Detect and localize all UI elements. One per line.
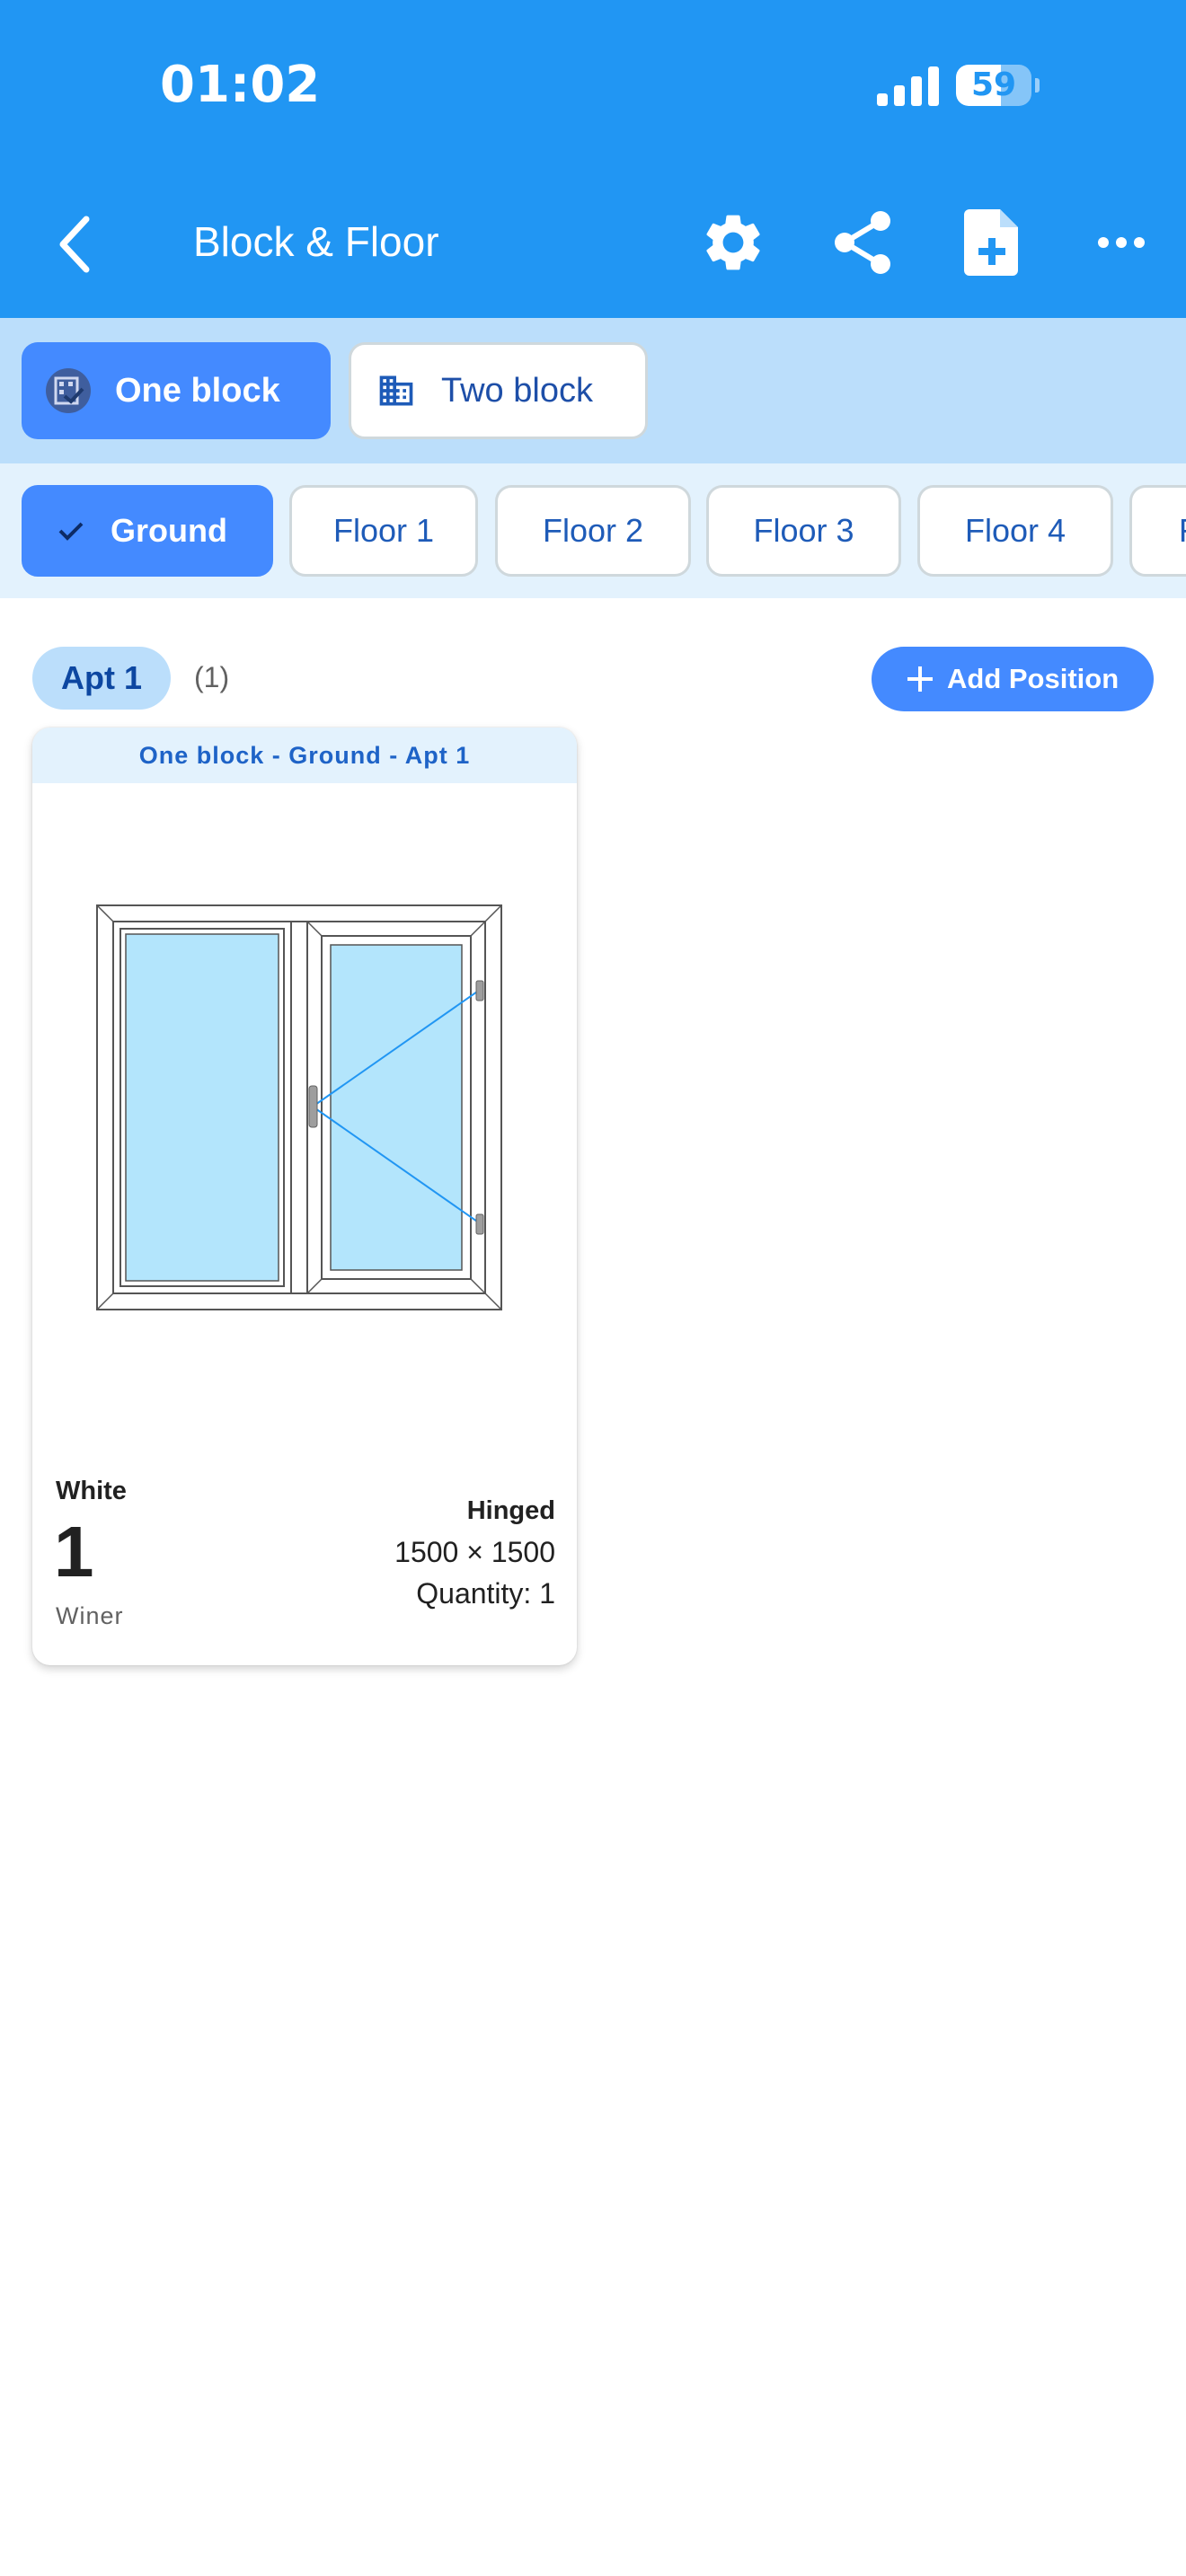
building-icon — [379, 375, 413, 406]
settings-button[interactable] — [695, 205, 771, 280]
position-color: White — [56, 1477, 127, 1505]
apartment-count: (1) — [194, 661, 230, 693]
position-type: Hinged — [466, 1496, 555, 1525]
floor-chip-label: Ground — [111, 512, 227, 549]
floor-chip-floor-3[interactable]: Floor 3 — [706, 485, 901, 577]
back-arrow-icon — [59, 216, 90, 273]
gear-icon — [706, 215, 760, 270]
app-bar: Block & Floor — [0, 180, 1186, 318]
add-position-button[interactable]: Add Position — [872, 647, 1154, 711]
status-time: 01:02 — [160, 56, 321, 114]
apartment-badge[interactable]: Apt 1 — [32, 647, 171, 710]
new-document-button[interactable] — [954, 205, 1030, 280]
more-button[interactable] — [1084, 205, 1159, 280]
position-number: 1 — [54, 1512, 94, 1592]
window-drawing-icon — [96, 904, 502, 1310]
floor-chip-ground[interactable]: Ground — [22, 485, 273, 577]
block-chip-one-block[interactable]: One block — [22, 342, 331, 439]
check-icon — [58, 522, 84, 541]
floor-selector: Ground Floor 1 Floor 2 Floor 3 Floor 4 F — [0, 463, 1186, 598]
block-chip-label: Two block — [441, 371, 593, 410]
share-icon — [835, 211, 890, 274]
floor-chip-floor-4[interactable]: Floor 4 — [917, 485, 1113, 577]
floor-chip-label: Floor 3 — [753, 512, 854, 549]
status-bar: 01:02 59 — [0, 0, 1186, 180]
floor-chip-label: Floor 1 — [332, 512, 435, 549]
floor-chip-floor-1[interactable]: Floor 1 — [289, 485, 478, 577]
block-chip-label: One block — [115, 371, 280, 410]
floor-chip-floor-5[interactable]: F — [1129, 485, 1186, 577]
card-header: One block - Ground - Apt 1 — [32, 728, 577, 783]
battery-level: 59 — [970, 66, 1017, 103]
plus-icon — [907, 666, 933, 692]
share-button[interactable] — [825, 205, 900, 280]
floor-chip-label: Floor 4 — [964, 512, 1067, 549]
add-position-label: Add Position — [947, 663, 1120, 694]
floor-chip-label: Floor 2 — [542, 512, 644, 549]
position-card[interactable]: One block - Ground - Apt 1 White 1 Winer… — [32, 728, 577, 1665]
position-maker: Winer — [56, 1602, 124, 1629]
block-chip-two-block[interactable]: Two block — [349, 342, 648, 439]
back-button[interactable] — [45, 208, 108, 280]
floor-chip-floor-2[interactable]: Floor 2 — [495, 485, 691, 577]
position-dimensions: 1500 × 1500 — [394, 1536, 555, 1568]
battery-icon: 59 — [956, 65, 1040, 106]
more-horizontal-icon — [1098, 237, 1145, 248]
signal-icon — [877, 66, 939, 106]
floor-chip-label: F — [1179, 512, 1186, 550]
page-title: Block & Floor — [193, 218, 439, 265]
block-selector: One block Two block — [0, 318, 1186, 463]
building-check-icon — [46, 368, 91, 413]
file-add-icon — [964, 209, 1018, 276]
position-quantity: Quantity: 1 — [416, 1577, 555, 1610]
